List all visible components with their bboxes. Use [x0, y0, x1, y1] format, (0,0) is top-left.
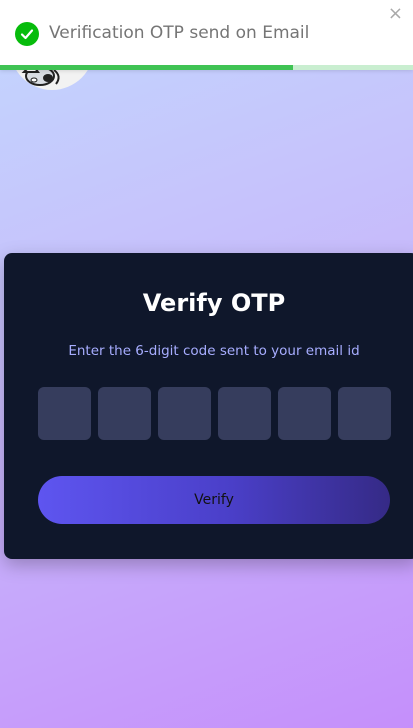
otp-digit-input-1[interactable]: [38, 387, 91, 440]
toast-notification: Verification OTP send on Email ×: [0, 0, 413, 70]
otp-digit-input-6[interactable]: [338, 387, 391, 440]
otp-digit-input-2[interactable]: [98, 387, 151, 440]
check-circle-icon: [15, 22, 39, 46]
otp-card: Verify OTP Enter the 6-digit code sent t…: [4, 253, 413, 559]
otp-digit-input-5[interactable]: [278, 387, 331, 440]
otp-instructions: Enter the 6-digit code sent to your emai…: [68, 343, 360, 359]
toast-progress-bar: [0, 65, 294, 70]
otp-digit-input-4[interactable]: [218, 387, 271, 440]
close-icon[interactable]: ×: [388, 4, 403, 24]
verify-button[interactable]: Verify: [38, 476, 390, 524]
otp-input-row: [38, 387, 391, 440]
toast-message: Verification OTP send on Email: [49, 23, 310, 43]
page-title: Verify OTP: [142, 289, 286, 317]
otp-digit-input-3[interactable]: [158, 387, 211, 440]
toast-progress-track: [0, 65, 413, 70]
